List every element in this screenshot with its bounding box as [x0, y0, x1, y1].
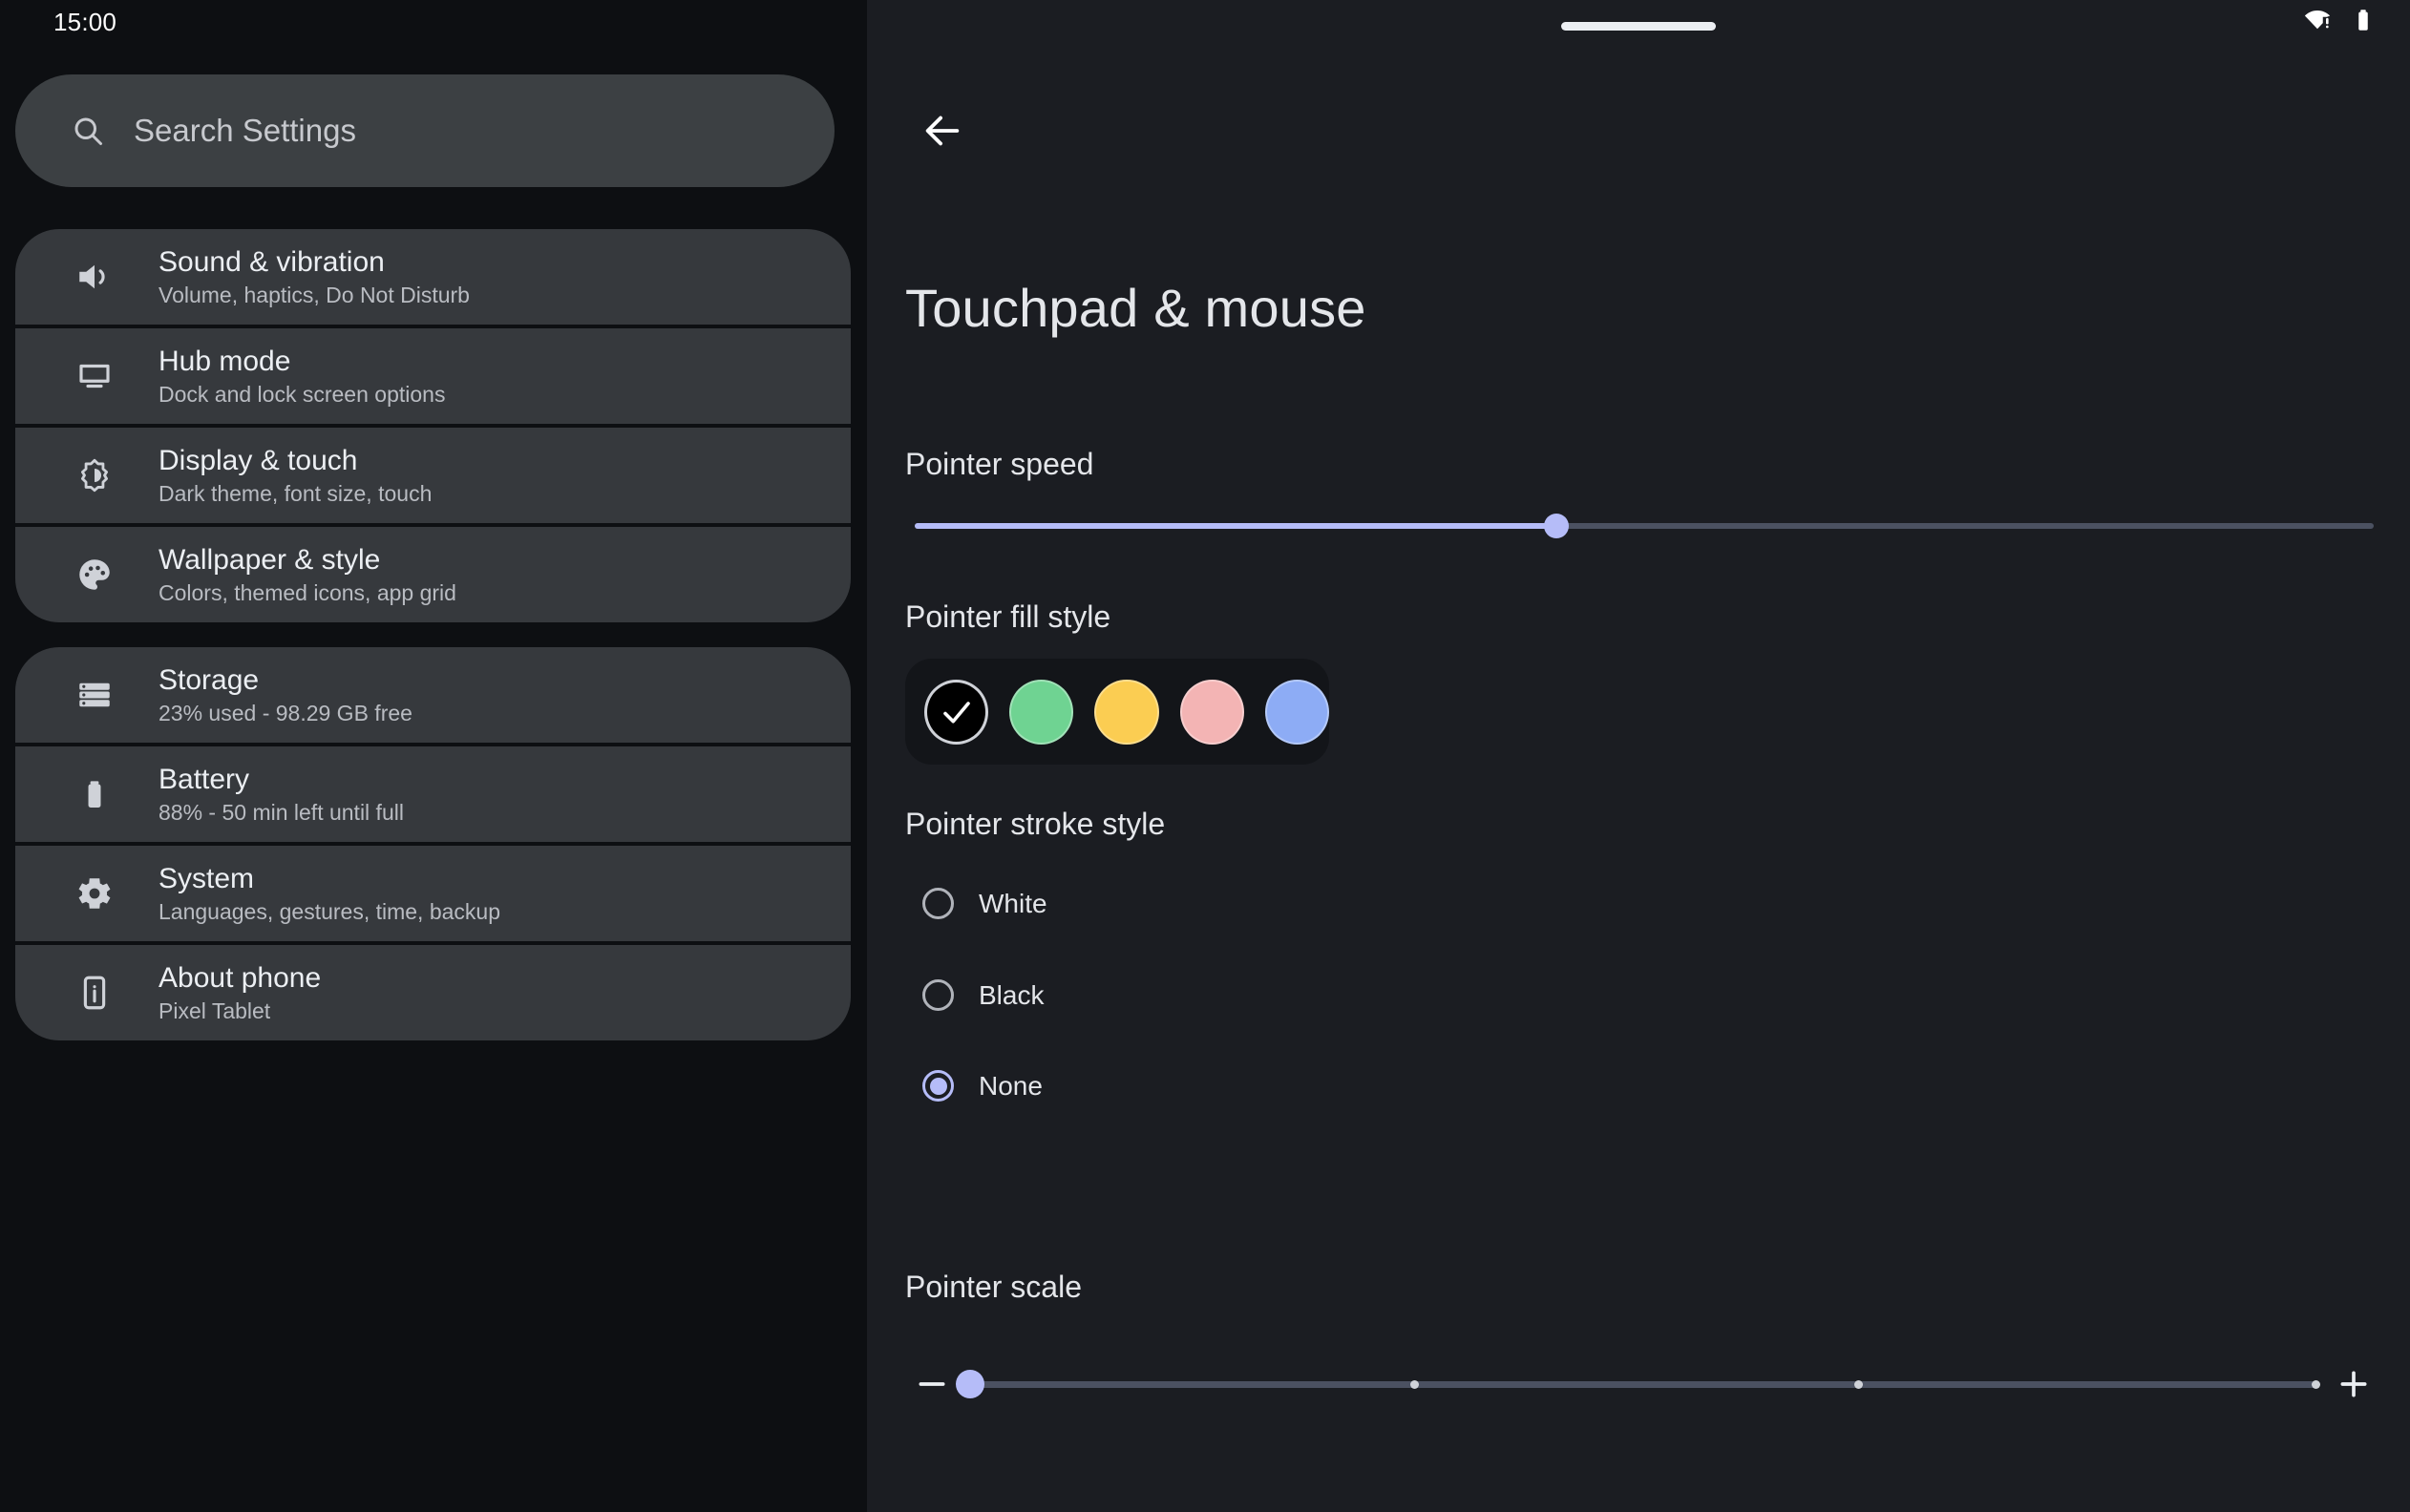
check-icon — [942, 701, 970, 724]
pointer-scale-slider[interactable] — [956, 1370, 2320, 1398]
radio-button[interactable] — [922, 979, 954, 1011]
detail-panel: Touchpad & mouse Pointer speed Pointer f… — [867, 0, 2410, 1512]
radio-option-none[interactable]: None — [922, 1070, 1043, 1102]
pointer-scale-tick — [1853, 1380, 1863, 1389]
pointer-scale-track — [970, 1381, 2315, 1388]
sidebar-group-1: Sound & vibration Volume, haptics, Do No… — [15, 229, 851, 622]
gear-icon — [74, 873, 115, 914]
settings-screen: 15:00 Search Settings Sound & vibration … — [0, 0, 2410, 1512]
pointer-fill-swatch-black[interactable] — [924, 679, 989, 745]
sidebar-item-title: Battery — [159, 763, 250, 795]
sidebar-nav-list: Sound & vibration Volume, haptics, Do No… — [15, 229, 851, 1040]
status-bar-left: 15:00 — [0, 0, 867, 44]
phone-info-icon — [74, 973, 115, 1013]
search-icon — [71, 114, 105, 148]
pointer-scale-decrease-button[interactable] — [905, 1357, 959, 1411]
sidebar-group-2: Storage 23% used - 98.29 GB free Battery… — [15, 647, 851, 1040]
pointer-fill-style-label: Pointer fill style — [905, 599, 1111, 634]
sidebar-item-title: About phone — [159, 961, 322, 994]
settings-sidebar: 15:00 Search Settings Sound & vibration … — [0, 0, 867, 1512]
pointer-scale-increase-button[interactable] — [2327, 1357, 2380, 1411]
sidebar-item-system[interactable]: System Languages, gestures, time, backup — [15, 846, 851, 941]
sidebar-item-subtitle: 23% used - 98.29 GB free — [159, 701, 412, 726]
window-drag-handle[interactable] — [1561, 22, 1716, 31]
status-bar-right — [2303, 0, 2378, 44]
pointer-speed-label: Pointer speed — [905, 447, 1094, 481]
sidebar-item-storage[interactable]: Storage 23% used - 98.29 GB free — [15, 647, 851, 743]
sidebar-item-subtitle: Colors, themed icons, app grid — [159, 580, 456, 606]
radio-button[interactable] — [922, 888, 954, 919]
radio-button[interactable] — [922, 1070, 954, 1102]
sidebar-item-sound-vibration[interactable]: Sound & vibration Volume, haptics, Do No… — [15, 229, 851, 325]
sidebar-item-hub-mode[interactable]: Hub mode Dock and lock screen options — [15, 328, 851, 424]
pointer-scale-tick — [1409, 1380, 1419, 1389]
pointer-scale-thumb[interactable] — [956, 1370, 984, 1398]
volume-icon — [74, 257, 115, 297]
radio-option-black[interactable]: Black — [922, 979, 1044, 1011]
sidebar-item-title: Storage — [159, 663, 260, 696]
battery-icon — [2349, 6, 2378, 39]
sidebar-item-about-phone[interactable]: About phone Pixel Tablet — [15, 945, 851, 1040]
radio-option-white[interactable]: White — [922, 888, 1047, 919]
pointer-fill-swatch-yellow[interactable] — [1094, 679, 1159, 745]
search-input[interactable]: Search Settings — [15, 74, 835, 187]
brightness-icon — [74, 455, 115, 495]
radio-label: Black — [979, 979, 1045, 1010]
wifi-alert-icon — [2303, 6, 2332, 39]
pointer-fill-swatch-pink[interactable] — [1179, 679, 1244, 745]
pointer-fill-style-swatches — [905, 659, 1329, 765]
pointer-stroke-style-label: Pointer stroke style — [905, 807, 1166, 841]
sidebar-item-title: System — [159, 862, 255, 894]
pointer-speed-fill — [915, 523, 1557, 529]
sidebar-item-title: Wallpaper & style — [159, 543, 381, 576]
sidebar-item-title: Sound & vibration — [159, 245, 385, 278]
sidebar-item-wallpaper-style[interactable]: Wallpaper & style Colors, themed icons, … — [15, 527, 851, 622]
monitor-icon — [74, 356, 115, 396]
pointer-fill-swatch-blue[interactable] — [1264, 679, 1329, 745]
sidebar-item-subtitle: Languages, gestures, time, backup — [159, 899, 501, 925]
search-placeholder: Search Settings — [134, 113, 356, 148]
page-title: Touchpad & mouse — [905, 278, 1366, 338]
sidebar-item-subtitle: Volume, haptics, Do Not Disturb — [159, 283, 470, 308]
radio-label: None — [979, 1070, 1043, 1101]
battery-icon — [74, 774, 115, 814]
pointer-speed-slider[interactable] — [915, 514, 2374, 538]
radio-label: White — [979, 888, 1047, 918]
back-button[interactable] — [905, 95, 980, 170]
sidebar-item-title: Display & touch — [159, 444, 358, 476]
sidebar-item-title: Hub mode — [159, 345, 291, 377]
sidebar-item-subtitle: Dark theme, font size, touch — [159, 481, 433, 507]
palette-icon — [74, 555, 115, 595]
back-arrow-icon — [920, 109, 964, 158]
pointer-scale-label: Pointer scale — [905, 1270, 1082, 1304]
sidebar-item-subtitle: Dock and lock screen options — [159, 382, 446, 408]
sidebar-item-subtitle: 88% - 50 min left until full — [159, 800, 404, 826]
pointer-scale-tick — [2312, 1380, 2320, 1389]
sidebar-item-subtitle: Pixel Tablet — [159, 998, 271, 1024]
status-clock: 15:00 — [53, 7, 117, 36]
storage-icon — [74, 675, 115, 715]
pointer-fill-swatch-green[interactable] — [1009, 679, 1074, 745]
sidebar-item-battery[interactable]: Battery 88% - 50 min left until full — [15, 746, 851, 842]
pointer-scale-control — [905, 1360, 2380, 1408]
pointer-speed-thumb[interactable] — [1544, 514, 1570, 538]
sidebar-item-display-touch[interactable]: Display & touch Dark theme, font size, t… — [15, 428, 851, 523]
